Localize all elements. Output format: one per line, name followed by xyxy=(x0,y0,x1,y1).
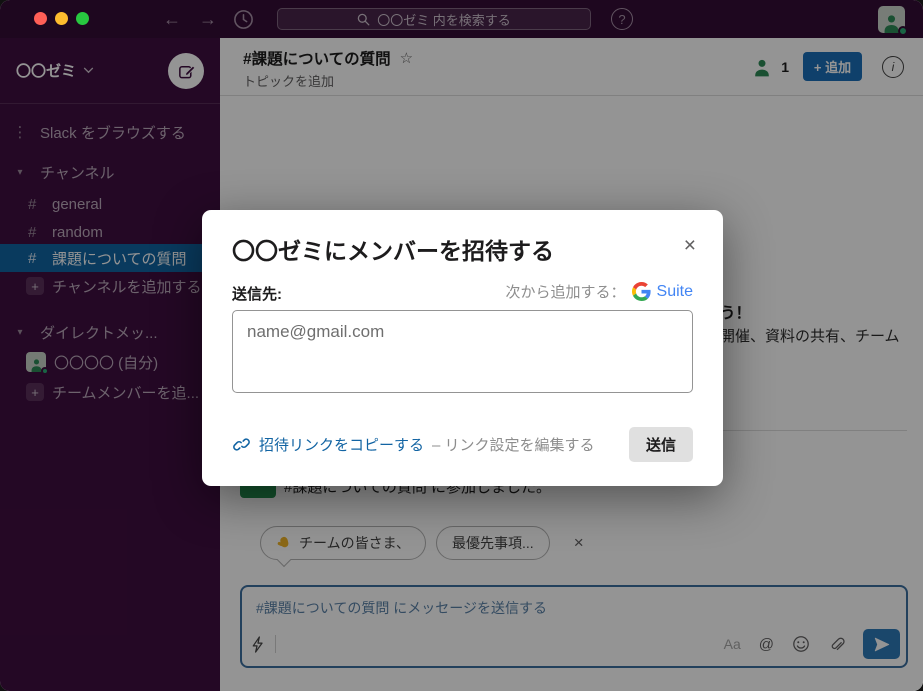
modal-title: 〇〇ゼミにメンバーを招待する xyxy=(232,232,554,266)
google-logo-icon xyxy=(632,282,651,301)
invite-members-modal: 〇〇ゼミにメンバーを招待する × 送信先: 次から追加する： Suite 招待リ… xyxy=(202,210,723,486)
invite-email-input[interactable] xyxy=(232,310,693,393)
link-icon xyxy=(232,435,251,454)
gsuite-label: Suite xyxy=(657,283,693,301)
add-from-gsuite[interactable]: 次から追加する： Suite xyxy=(506,281,693,302)
slack-window: ← → 〇〇ゼミ 内を検索する ? xyxy=(0,0,923,691)
add-from-label: 次から追加する： xyxy=(506,281,626,302)
window-controls xyxy=(34,12,89,25)
copy-invite-link-button[interactable]: 招待リンクをコピーする xyxy=(259,434,424,455)
zoom-window-button[interactable] xyxy=(76,12,89,25)
recipient-label: 送信先: xyxy=(232,283,282,304)
close-window-button[interactable] xyxy=(34,12,47,25)
send-invite-button[interactable]: 送信 xyxy=(629,427,693,462)
minimize-window-button[interactable] xyxy=(55,12,68,25)
edit-link-settings-button[interactable]: – リンク設定を編集する xyxy=(432,434,595,455)
close-modal-button[interactable]: × xyxy=(684,234,696,258)
